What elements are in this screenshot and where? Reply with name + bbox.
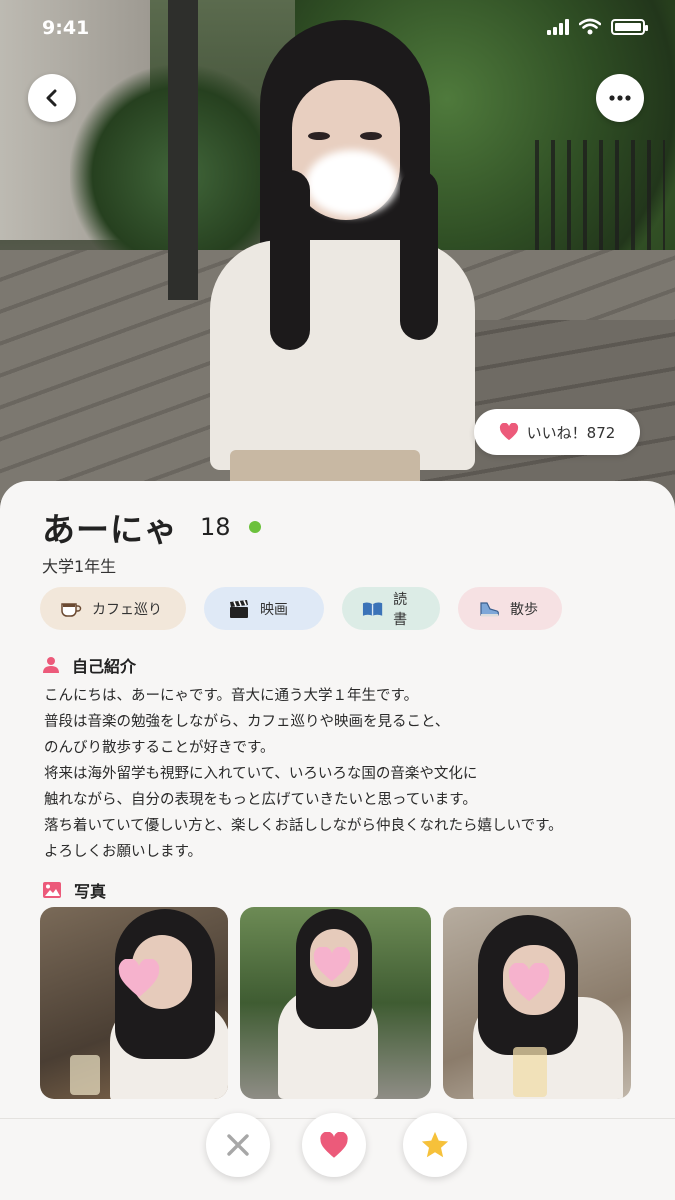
ellipsis-icon	[609, 95, 631, 101]
face-blur-heart	[508, 963, 550, 1002]
tag-label: カフェ巡り	[92, 601, 162, 618]
more-options-button[interactable]	[596, 74, 644, 122]
intro-line: のんびり散歩することが好きです。	[44, 740, 275, 756]
dislike-button[interactable]	[206, 1113, 270, 1177]
gallery-photo-2[interactable]	[240, 907, 431, 1099]
intro-line: こんにちは、あーにゃです。音大に通う大学１年生です。	[44, 688, 419, 704]
wifi-icon	[579, 18, 601, 35]
profile-person	[210, 20, 475, 520]
sneaker-icon	[480, 601, 499, 616]
like-count-pill[interactable]: いいね！872	[474, 409, 640, 455]
book-icon	[362, 601, 383, 616]
online-status-dot	[248, 521, 261, 533]
like-count: いいね！872	[526, 423, 616, 442]
profile-age: 18	[200, 513, 231, 541]
battery-icon	[611, 18, 648, 35]
intro-line: よろしくお願いします。	[44, 844, 203, 860]
profile-card: あーにゃ 18 大学1年生 カフェ巡り 映画 読書 散歩 自己紹介 こんにちは、…	[0, 481, 675, 1200]
photo-gallery	[40, 907, 631, 1099]
action-bar	[0, 1113, 675, 1200]
heart-icon	[320, 1131, 348, 1158]
intro-line: 普段は音楽の勉強をしながら、カフェ巡りや映画を見ること、	[44, 714, 450, 730]
tag-label: 散歩	[510, 601, 538, 618]
gallery-photo-3[interactable]	[443, 907, 631, 1099]
intro-line: 将来は海外留学も視野に入れていて、いろいろな国の音楽や文化に	[44, 766, 478, 782]
self-intro-heading: 自己紹介	[42, 653, 136, 677]
heart-icon	[499, 423, 518, 441]
face-blur-heart	[118, 959, 160, 998]
tag-label: 読書	[393, 591, 408, 628]
photos-heading: 写真	[42, 878, 106, 902]
tag-cafe[interactable]: カフェ巡り	[40, 587, 186, 630]
tag-walking[interactable]: 散歩	[458, 587, 562, 630]
tag-label: 映画	[260, 601, 288, 618]
super-like-button[interactable]	[403, 1113, 467, 1177]
face-blur-heart	[313, 947, 351, 982]
profile-name: あーにゃ	[42, 510, 178, 549]
profile-school: 大学1年生	[42, 557, 117, 576]
chevron-left-icon	[46, 89, 57, 107]
cellular-signal-icon	[547, 18, 569, 35]
intro-line: 落ち着いていて優しい方と、楽しくお話ししながら仲良くなれたら嬉しいです。	[44, 818, 563, 834]
photos-title: 写真	[74, 882, 107, 901]
status-bar: 9:41	[0, 0, 675, 56]
status-time: 9:41	[42, 17, 90, 39]
person-icon	[43, 657, 59, 673]
name-row: あーにゃ 18	[42, 503, 261, 551]
self-intro-title: 自己紹介	[72, 657, 137, 676]
back-button[interactable]	[28, 74, 76, 122]
like-button[interactable]	[302, 1113, 366, 1177]
self-intro-text: こんにちは、あーにゃです。音大に通う大学１年生です。 普段は音楽の勉強をしながら…	[44, 683, 644, 865]
tag-reading[interactable]: 読書	[342, 587, 440, 630]
image-icon	[43, 882, 61, 898]
interest-tags: カフェ巡り 映画 読書 散歩	[40, 587, 562, 630]
star-icon	[421, 1131, 449, 1158]
coffee-cup-icon	[61, 602, 82, 617]
gallery-photo-1[interactable]	[40, 907, 228, 1099]
close-icon	[227, 1134, 249, 1156]
tag-movie[interactable]: 映画	[204, 587, 324, 630]
intro-line: 触れながら、自分の表現をもっと広げていきたいと思っています。	[44, 792, 477, 808]
clapperboard-icon	[230, 599, 248, 618]
